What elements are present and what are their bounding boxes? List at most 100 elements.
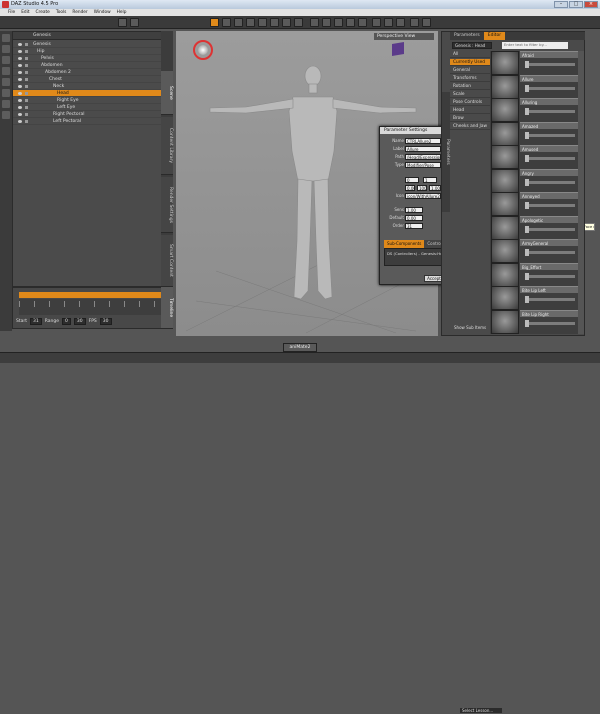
show-sub-items-checkbox[interactable]: Show Sub Items [454,325,486,330]
slider-knob[interactable] [525,272,529,280]
tab-smart-content[interactable]: Smart Content [161,235,173,287]
lesson-selector[interactable]: Select Lesson... [459,707,503,714]
scene-tree-row[interactable]: Genesis [13,41,163,48]
lock-icon[interactable] [25,113,28,116]
tab-parameters[interactable]: Parameters [450,32,484,40]
preset-slider[interactable] [525,180,575,184]
scene-tree-row[interactable]: Hip [13,48,163,55]
scene-tree-row[interactable]: Abdomen [13,62,163,69]
visibility-eye-icon[interactable] [18,50,22,53]
menu-render[interactable]: Render [72,9,87,16]
menu-edit[interactable]: Edit [21,9,29,16]
view-cube-icon[interactable] [392,41,404,57]
pane-icon[interactable] [2,89,10,97]
category-item[interactable]: All [450,51,490,58]
node-selector[interactable]: Genesis : Head [452,42,492,49]
toolbar-tool-icon[interactable] [210,18,219,27]
tab-animate2[interactable]: aniMate2 [283,343,317,352]
toolbar-tool-icon[interactable] [384,18,393,27]
slider-knob[interactable] [525,131,529,139]
pane-icon[interactable] [2,100,10,108]
category-item[interactable]: Transforms [450,75,490,82]
lock-icon[interactable] [25,64,28,67]
preset-slider[interactable] [525,227,575,231]
pane-icon[interactable] [2,34,10,42]
limit-max-field[interactable]: 1 [423,177,437,183]
lock-icon[interactable] [25,120,28,123]
toolbar-tool-icon[interactable] [310,18,319,27]
menu-window[interactable]: Window [94,9,111,16]
default-field[interactable]: 0.00 [405,215,423,221]
toolbar-tool-icon[interactable] [258,18,267,27]
start-field[interactable]: 31 [30,317,42,325]
expression-preset[interactable]: Angry [491,168,581,193]
close-button[interactable]: × [584,1,598,8]
face-thumbnail-icon[interactable] [491,309,519,334]
preset-scrollbar[interactable] [578,51,584,334]
face-thumbnail-icon[interactable] [491,286,519,310]
toolbar-tool-icon[interactable] [282,18,291,27]
category-item[interactable]: Rotation [450,83,490,90]
preset-slider[interactable] [525,157,575,160]
camera-orbit-icon[interactable] [193,40,213,60]
expression-preset[interactable]: Annoyed [491,192,581,216]
expression-preset[interactable]: Big_Effort [491,262,581,287]
range-step-field[interactable]: 1.00 [429,185,441,191]
visibility-eye-icon[interactable] [18,99,22,102]
lock-icon[interactable] [25,78,28,81]
face-thumbnail-icon[interactable] [491,215,519,240]
scene-tree-row[interactable]: Chest [13,76,163,83]
field-name[interactable]: CTRLAllure2 [405,138,441,144]
lock-icon[interactable] [25,71,28,74]
lock-icon[interactable] [25,57,28,60]
field-path[interactable]: /Head/Expressions [405,154,441,160]
field-label[interactable]: Allure [405,146,441,152]
sensitivity-field[interactable]: 1.00 [405,207,423,213]
toolbar-tool-icon[interactable] [410,18,419,27]
face-thumbnail-icon[interactable] [491,192,519,216]
face-thumbnail-icon[interactable] [491,168,519,193]
tab-timeline[interactable]: Timeline [161,287,173,329]
toolbar-tool-icon[interactable] [372,18,381,27]
tab-editor[interactable]: Editor [483,32,506,40]
scene-tree-row[interactable]: Head [13,90,163,97]
preset-slider[interactable] [525,110,575,113]
lock-icon[interactable] [25,43,28,46]
expression-preset[interactable]: Amused [491,145,581,169]
visibility-eye-icon[interactable] [18,85,22,88]
slider-knob[interactable] [525,84,529,92]
tab-content-library[interactable]: Content Library [161,117,173,175]
expression-preset[interactable]: ArmyGeneral [491,239,581,263]
lock-icon[interactable] [25,92,28,95]
lock-icon[interactable] [25,99,28,102]
toolbar-tool-icon[interactable] [396,18,405,27]
preset-slider[interactable] [525,251,575,254]
slider-knob[interactable] [525,178,529,186]
tab-scene[interactable]: Scene [161,71,173,115]
scene-tree-row[interactable]: Left Pectoral [13,118,163,125]
face-thumbnail-icon[interactable] [491,262,519,287]
face-thumbnail-icon[interactable] [491,74,519,99]
visibility-eye-icon[interactable] [18,57,22,60]
preset-slider[interactable] [525,274,575,278]
menu-help[interactable]: Help [117,9,127,16]
toolbar-tool-icon[interactable] [246,18,255,27]
category-item[interactable]: Head [450,107,490,114]
scene-tree-row[interactable]: Neck [13,83,163,90]
category-item[interactable]: Pose Controls [450,99,490,106]
category-item[interactable]: General [450,67,490,74]
pane-icon[interactable] [2,78,10,86]
toolbar-tool-icon[interactable] [270,18,279,27]
icon-path-field[interactable]: icon/WithAllure2.png [405,193,441,199]
menu-create[interactable]: Create [36,9,50,16]
visibility-eye-icon[interactable] [18,120,22,123]
filter-input[interactable]: Enter text to filter by... [502,42,568,49]
preset-slider[interactable] [525,298,575,301]
category-item[interactable]: Currently Used [450,59,490,66]
expression-preset[interactable]: Amazed [491,121,581,146]
visibility-eye-icon[interactable] [18,43,22,46]
tab-sub-components[interactable]: Sub-Components [384,240,425,248]
category-item[interactable]: Brow [450,115,490,122]
minimize-button[interactable]: – [554,1,568,8]
timeline-range-bar[interactable] [19,292,169,298]
